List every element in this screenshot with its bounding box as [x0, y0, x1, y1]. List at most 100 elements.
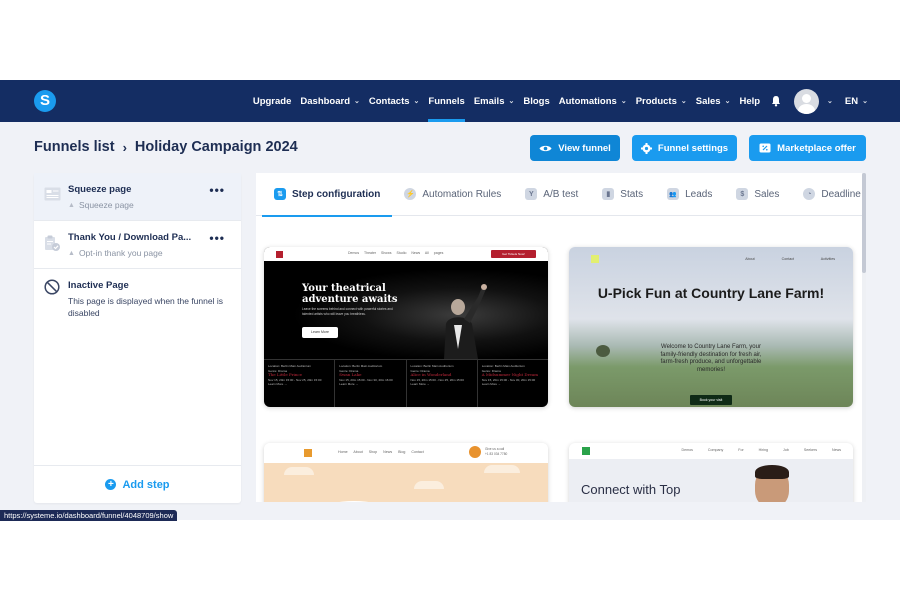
- template-nav-links: Demos Company For Hiring Job Seekers New…: [681, 448, 842, 452]
- phone-icon: [469, 446, 481, 458]
- step-type: Squeeze page: [78, 200, 134, 210]
- step-item[interactable]: Thank You / Download Pa... ▲ Opt-in thank…: [34, 221, 241, 269]
- nav-menu: Upgrade Dashboard ⌄ Contacts ⌄ Funnels Ema…: [244, 80, 868, 122]
- nav-dashboard[interactable]: Dashboard ⌄: [300, 80, 360, 122]
- tab-label: Automation Rules: [422, 188, 502, 200]
- bar-chart-icon: ▮: [602, 188, 615, 200]
- add-step-button[interactable]: + Add step: [34, 465, 241, 503]
- avatar-menu-toggle[interactable]: ⌄: [823, 80, 833, 122]
- ticket-icon: [759, 143, 771, 153]
- template-logo: [276, 250, 283, 258]
- chevron-down-icon: ⌄: [680, 98, 687, 105]
- nav-blogs[interactable]: Blogs: [523, 80, 549, 122]
- step-title: Inactive Page: [68, 280, 129, 291]
- bell-icon[interactable]: [770, 95, 782, 107]
- page-title: Holiday Campaign 2024: [134, 139, 298, 155]
- scrollbar[interactable]: [862, 173, 866, 520]
- user-avatar[interactable]: [794, 88, 820, 114]
- nav-funnels[interactable]: Funnels: [428, 80, 466, 122]
- chevron-down-icon: ⌄: [413, 98, 420, 105]
- tab-stats[interactable]: ▮ Stats: [590, 173, 655, 216]
- template-cta: Book your visit: [690, 395, 732, 405]
- template-headline: Connect with Top: [581, 482, 681, 497]
- step-options-button[interactable]: •••: [209, 231, 225, 245]
- scrollbar-thumb[interactable]: [862, 173, 866, 273]
- tree-image: [596, 345, 610, 357]
- nav-emails[interactable]: Emails ⌄: [474, 80, 515, 122]
- sliders-icon: ⇅: [274, 188, 286, 200]
- funnel-settings-button[interactable]: Funnel settings: [632, 135, 737, 161]
- step-title: Thank You / Download Pa...: [68, 232, 192, 243]
- template-learn-more: Learn More: [302, 327, 338, 338]
- tab-leads[interactable]: 👥 Leads: [655, 173, 724, 216]
- tab-label: Deadline settings: [821, 188, 862, 200]
- event-card: Location: Berlin Main Auditorium Genre: D…: [481, 364, 539, 387]
- nav-funnels-label: Funnels: [428, 95, 465, 107]
- template-logo: [304, 449, 312, 457]
- clock-icon: ◔: [803, 188, 816, 200]
- tab-sales[interactable]: $ Sales: [724, 173, 791, 216]
- funnel-settings-label: Funnel settings: [657, 142, 729, 154]
- clipboard-check-icon: [44, 235, 62, 251]
- language-selector[interactable]: EN ⌄: [845, 80, 868, 122]
- plus-circle-icon: +: [105, 479, 117, 490]
- template-events: Location: Berlin Main Auditorium Genre: D…: [264, 359, 548, 407]
- tab-ab-test[interactable]: Y A/B test: [513, 173, 590, 216]
- nav-upgrade[interactable]: Upgrade: [253, 80, 292, 122]
- chevron-down-icon: ⌄: [354, 98, 360, 105]
- language-label: EN: [844, 95, 859, 107]
- conductor-image: [444, 284, 487, 359]
- nav-help[interactable]: Help: [739, 80, 760, 122]
- chevron-down-icon: ⌄: [508, 98, 515, 105]
- eye-icon: [539, 145, 552, 151]
- nav-dashboard-label: Dashboard: [300, 95, 351, 107]
- step-description: This page is displayed when the funnel i…: [68, 296, 223, 318]
- add-step-label: Add step: [122, 478, 170, 491]
- tab-label: Sales: [754, 188, 780, 200]
- breadcrumb-funnels-list[interactable]: Funnels list: [34, 139, 115, 155]
- view-funnel-button[interactable]: View funnel: [530, 135, 620, 161]
- nav-help-label: Help: [739, 95, 761, 107]
- template-nav-links: About Contact Activities: [745, 257, 835, 261]
- chevron-down-icon: ⌄: [827, 98, 833, 105]
- nav-contacts-label: Contacts: [368, 95, 410, 107]
- inactive-page-step[interactable]: Inactive Page This page is displayed whe…: [34, 269, 241, 329]
- systeme-logo[interactable]: S: [34, 90, 56, 112]
- nav-blogs-label: Blogs: [523, 95, 550, 107]
- step-tabs: ⇅ Step configuration ⚡ Automation Rules YA…: [256, 173, 862, 217]
- template-nav-links: Demos Theater Shows Studio News All page…: [348, 251, 444, 255]
- template-farm[interactable]: About Contact Activities U-Pick Fun at C…: [569, 247, 853, 407]
- page-layout-icon: [44, 187, 62, 203]
- template-nav-links: Home About Shop News Blog Contact: [338, 450, 424, 454]
- chevron-down-icon: ⌄: [620, 98, 627, 105]
- template-hero: Your theatrical adventure awaits Leave th…: [264, 261, 548, 359]
- template-paragraph: Welcome to Country Lane Farm, your famil…: [660, 344, 762, 373]
- nav-sales[interactable]: Sales ⌄: [696, 80, 731, 122]
- nav-contacts[interactable]: Contacts ⌄: [369, 80, 420, 122]
- step-type: Opt-in thank you page: [78, 248, 163, 258]
- warning-icon: ▲: [68, 249, 75, 257]
- tab-automation-rules[interactable]: ⚡ Automation Rules: [392, 173, 513, 216]
- dollar-icon: $: [736, 188, 749, 200]
- nav-sales-label: Sales: [695, 95, 721, 107]
- nav-automations-label: Automations: [558, 95, 617, 107]
- tab-deadline-settings[interactable]: ◔ Deadline settings: [791, 173, 862, 216]
- warning-icon: ▲: [68, 201, 75, 209]
- tab-step-configuration[interactable]: ⇅ Step configuration: [262, 173, 393, 217]
- marketplace-offer-button[interactable]: Marketplace offer: [749, 135, 866, 161]
- users-icon: 👥: [667, 188, 680, 200]
- nav-upgrade-label: Upgrade: [252, 95, 292, 107]
- step-title: Squeeze page: [68, 184, 132, 195]
- event-card: Location: Berlin Main Auditorium Genre: D…: [264, 360, 336, 407]
- step-options-button[interactable]: •••: [209, 183, 225, 197]
- template-logo: [582, 447, 590, 455]
- step-item[interactable]: Squeeze page ▲ Squeeze page •••: [34, 173, 241, 221]
- template-phone-info: Give us a call +1 83 034 7780: [485, 447, 508, 456]
- link-status-bar: https://systeme.io/dashboard/funnel/4048…: [0, 510, 178, 521]
- tab-label: Step configuration: [292, 188, 381, 200]
- template-headline: Your theatrical adventure awaits: [302, 283, 398, 305]
- nav-automations[interactable]: Automations ⌄: [559, 80, 627, 122]
- template-logo: [591, 255, 599, 263]
- template-theater[interactable]: Demos Theater Shows Studio News All page…: [264, 247, 548, 407]
- nav-products[interactable]: Products ⌄: [636, 80, 687, 122]
